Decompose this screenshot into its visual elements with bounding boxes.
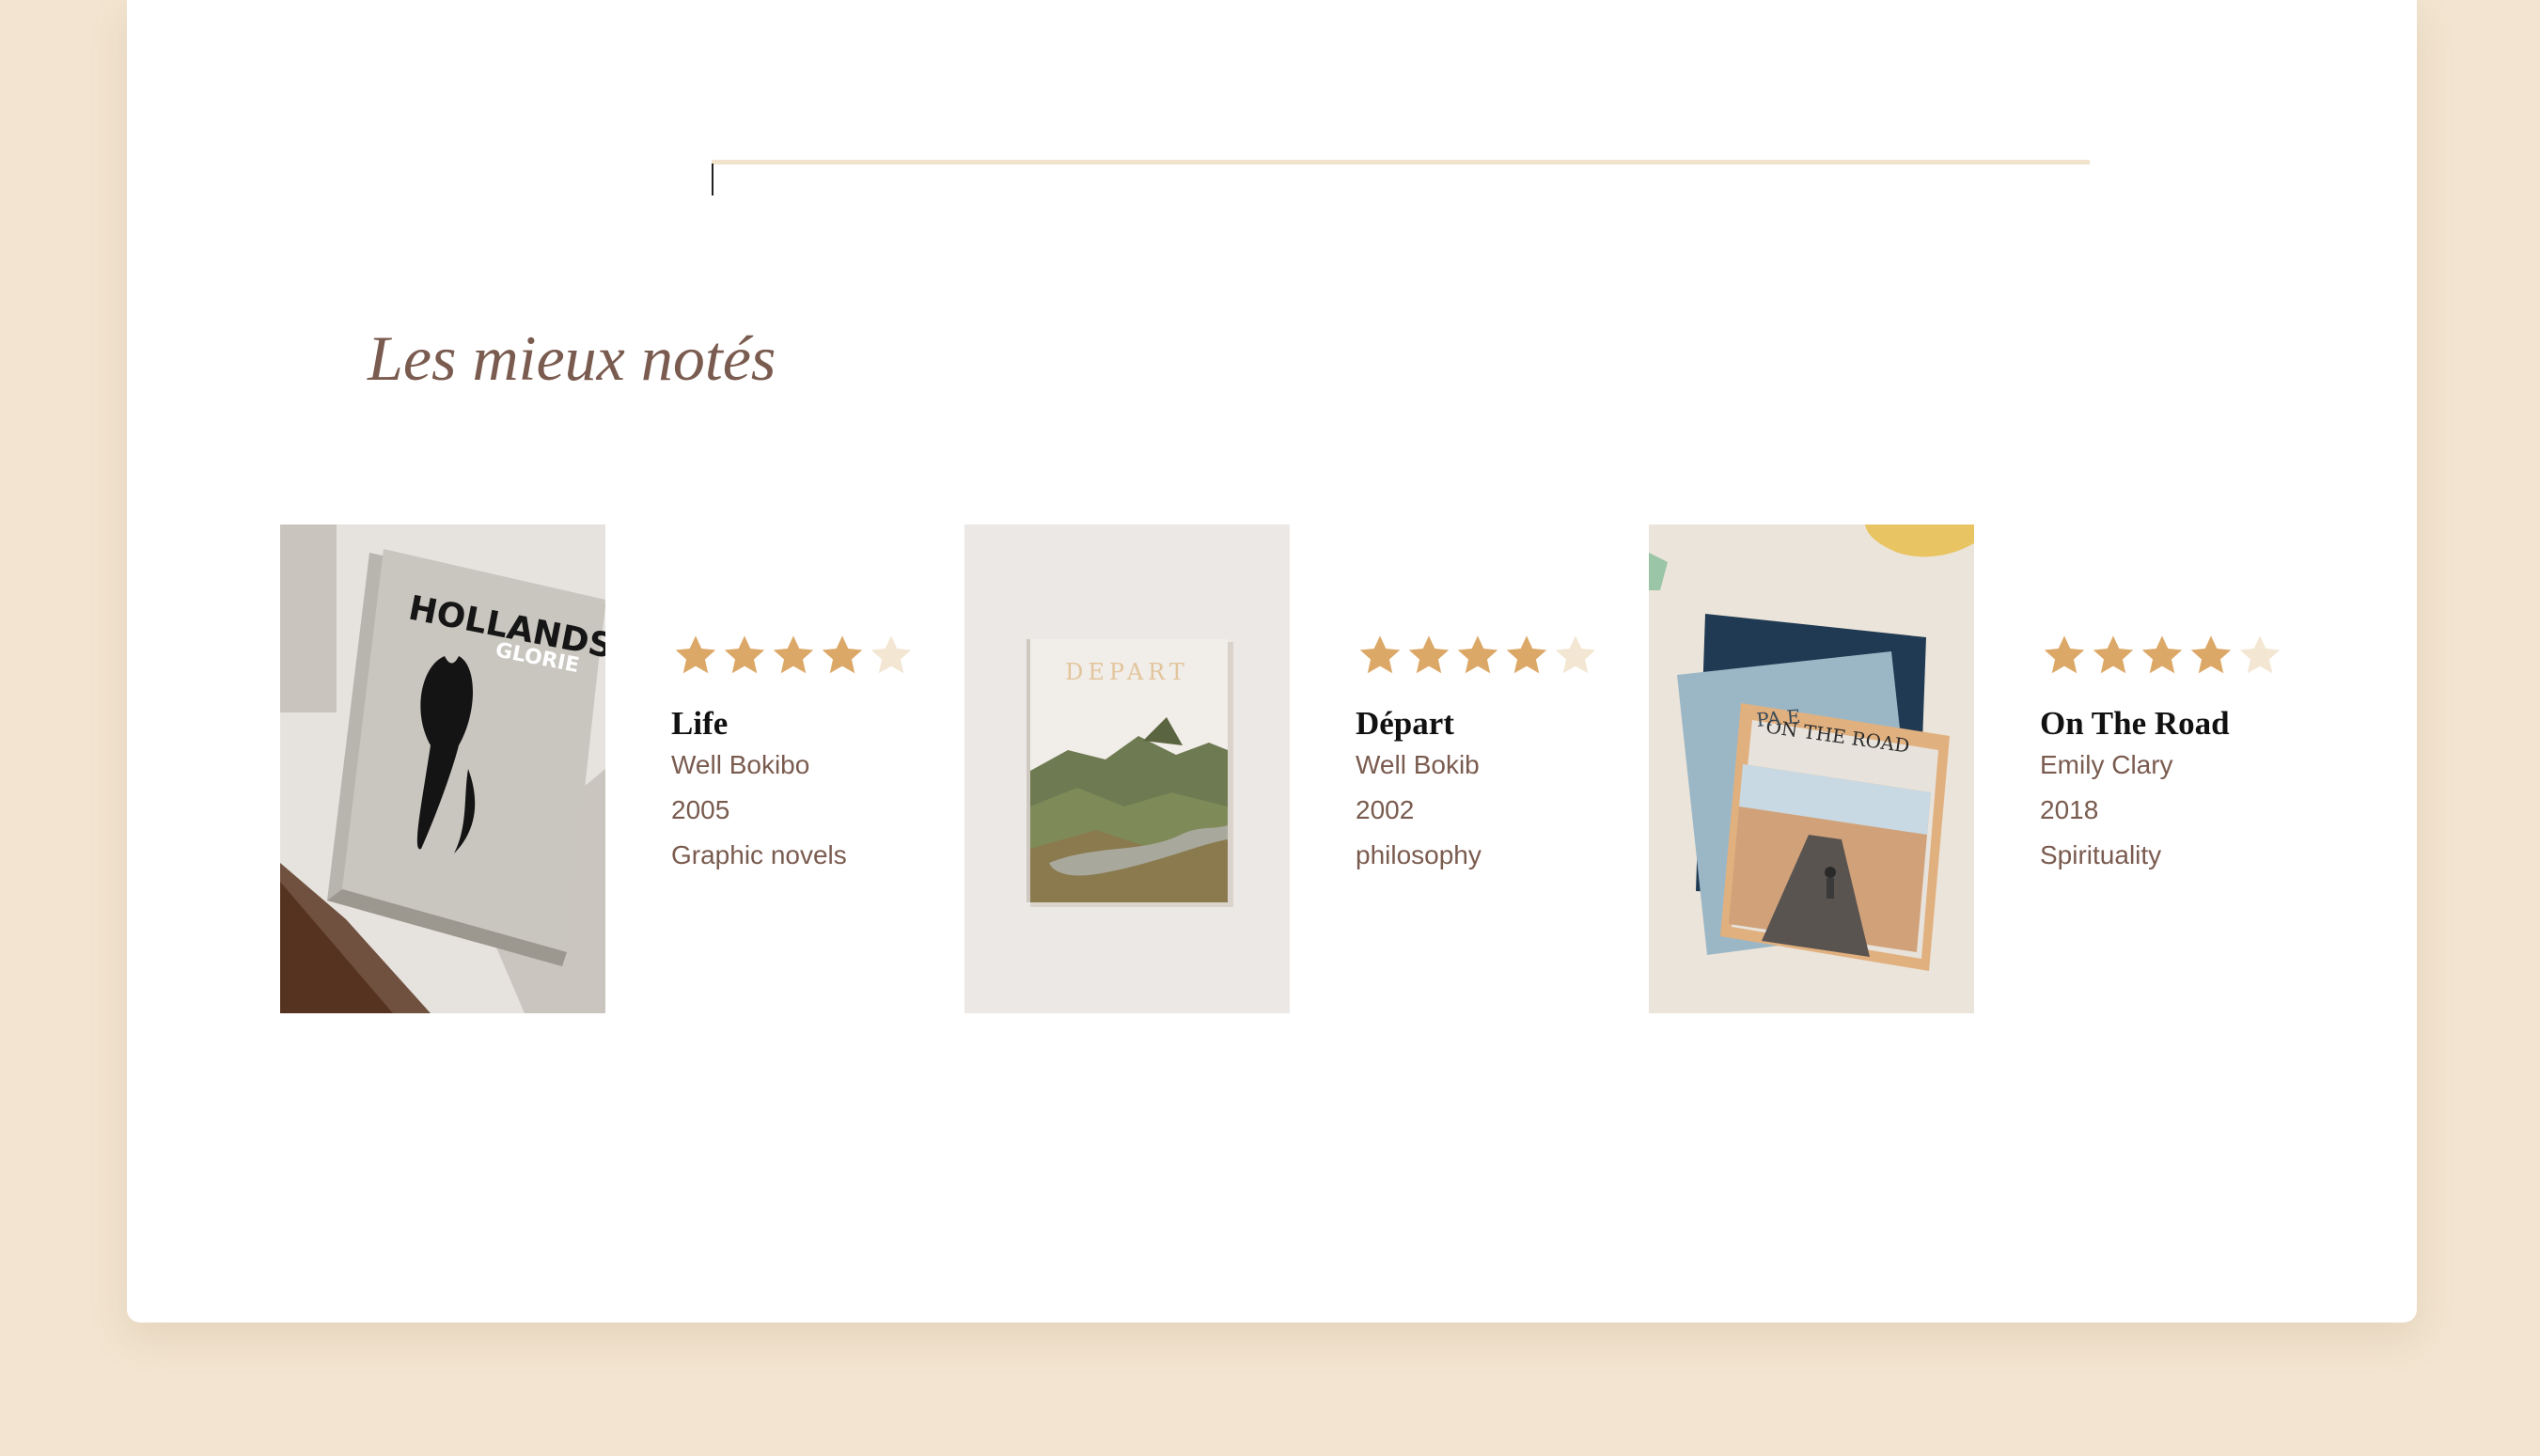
book-year: 2002 [1356,795,1415,824]
book-cover-depart: DEPART [964,524,1290,1013]
star-filled-icon [1359,635,1401,674]
text-cursor [712,164,713,196]
section-title: Les mieux notés [368,322,776,394]
book-cover-image[interactable]: HOLLANDS GLORIE [280,524,605,1013]
star-filled-icon [2093,635,2134,674]
star-filled-icon [1506,635,1547,674]
book-cover-hollands: HOLLANDS GLORIE [280,524,605,1013]
search-bar[interactable] [712,150,2090,196]
star-filled-icon [773,635,814,674]
book-year: 2005 [671,795,730,824]
book-genre: Graphic novels [671,840,847,869]
star-filled-icon [1457,635,1498,674]
book-card[interactable]: DEPART Départ Well Bokib 2002 philosophy [964,524,1623,1013]
book-author: Well Bokibo [671,750,810,779]
book-title[interactable]: On The Road [2040,705,2313,743]
star-filled-icon [2141,635,2183,674]
cover-subtitle-text: PA E [1755,705,1801,731]
star-filled-icon [822,635,863,674]
star-empty-icon [870,635,912,674]
book-cover-on-the-road: ON THE ROAD PA E [1649,524,1974,1013]
book-info: On The Road Emily Clary 2018 Spiritualit… [2040,632,2313,878]
rating-stars [2040,632,2313,684]
star-filled-icon [675,635,716,674]
search-input[interactable] [712,162,2090,194]
book-cover-image[interactable]: ON THE ROAD PA E [1649,524,1974,1013]
book-card[interactable]: HOLLANDS GLORIE Life Well Bokibo 2005 Gr… [280,524,938,1013]
cover-title-text: DEPART [1065,659,1189,685]
book-genre: Spirituality [2040,840,2162,869]
book-info: Life Well Bokibo 2005 Graphic novels [671,632,944,878]
book-cover-image[interactable]: DEPART [964,524,1290,1013]
star-filled-icon [2190,635,2232,674]
star-filled-icon [2044,635,2085,674]
book-genre: philosophy [1356,840,1482,869]
star-empty-icon [1555,635,1596,674]
main-card: Les mieux notés HOLLANDS GLORIE Life Wel… [127,0,2417,1323]
book-title[interactable]: Départ [1356,705,1628,743]
rating-stars [1356,632,1628,684]
star-filled-icon [1408,635,1450,674]
book-title[interactable]: Life [671,705,944,743]
star-empty-icon [2239,635,2281,674]
book-year: 2018 [2040,795,2099,824]
book-info: Départ Well Bokib 2002 philosophy [1356,632,1628,878]
rating-stars [671,632,944,684]
book-author: Emily Clary [2040,750,2173,779]
book-card[interactable]: ON THE ROAD PA E On The Road Emily Clary… [1649,524,2307,1013]
star-filled-icon [724,635,765,674]
book-author: Well Bokib [1356,750,1480,779]
